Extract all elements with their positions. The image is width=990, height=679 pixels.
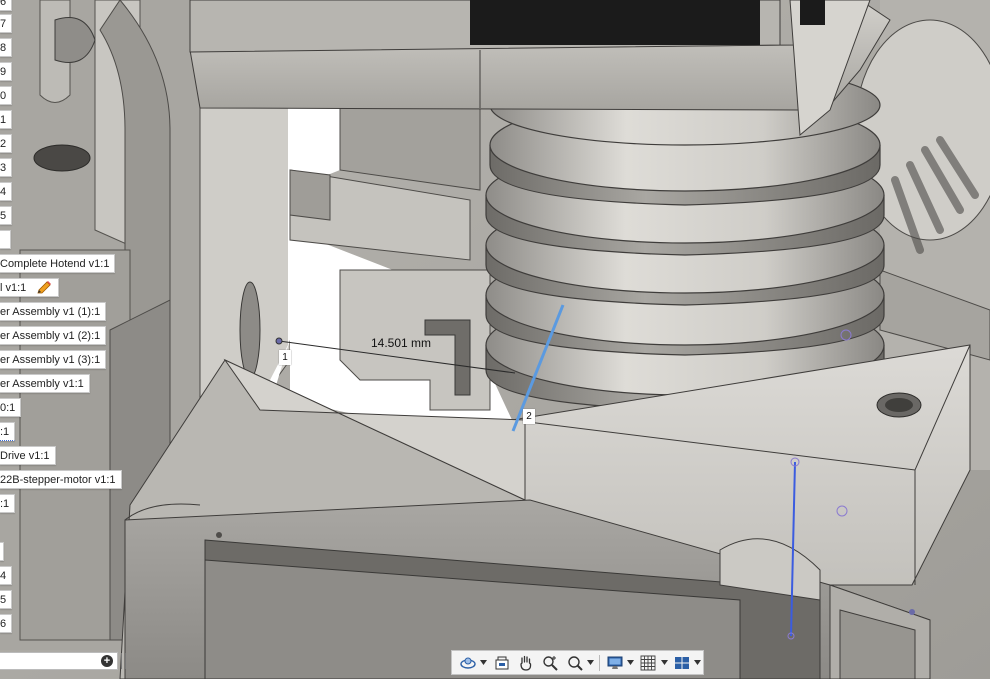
browser-item[interactable] [0,230,11,249]
measure-point-1-label: 1 [279,350,291,365]
navigation-toolbar [451,650,704,675]
grid-dropdown[interactable] [660,652,668,673]
browser-item[interactable] [0,542,4,561]
browser-item[interactable]: 3 [0,158,13,177]
3d-viewport[interactable]: 14.501 mm 1 2 6 7 8 9 0 1 2 3 4 5 Comple… [0,0,990,679]
orbit-icon [460,657,476,669]
grid-button[interactable] [636,652,660,673]
browser-item[interactable]: er Assembly v1:1 [0,374,90,393]
display-dropdown[interactable] [627,652,635,673]
browser-item[interactable]: Drive v1:1 [0,446,56,465]
pan-icon [520,655,532,671]
zoom-button[interactable] [538,652,562,673]
look-at-button[interactable] [489,652,513,673]
zoom-icon [543,655,559,671]
grid-icon [640,655,656,670]
zoom-dropdown[interactable] [586,652,594,673]
display-settings-button[interactable] [603,652,627,673]
chevron-down-icon [627,660,635,665]
viewports-dropdown[interactable] [693,652,701,673]
panel-resize-handle[interactable] [121,653,126,669]
browser-item-hotend[interactable]: Complete Hotend v1:1 [0,254,116,273]
browser-item[interactable]: 4 [0,182,13,201]
measure-point-2-label: 2 [523,409,535,424]
browser-item[interactable]: 6 [0,0,13,11]
orbit-button[interactable] [456,652,480,673]
browser-item[interactable]: 5 [0,206,13,225]
browser-item[interactable]: :1 [0,422,16,441]
browser-item[interactable]: 7 [0,14,13,33]
browser-item[interactable]: 0:1 [0,398,22,417]
chevron-down-icon [660,660,668,665]
browser-item[interactable]: 8 [0,38,13,57]
browser-item[interactable]: er Assembly v1 (3):1 [0,350,107,369]
browser-item[interactable]: 2 [0,134,13,153]
browser-item[interactable]: :1 [0,494,16,513]
add-icon[interactable]: + [101,655,113,667]
orbit-dropdown[interactable] [480,652,488,673]
zoom-window-icon [567,655,583,671]
browser-item-label: l v1:1 [0,282,27,294]
browser-item[interactable]: 4 [0,566,13,585]
browser-item[interactable]: 1 [0,110,13,129]
browser-item[interactable]: er Assembly v1 (2):1 [0,326,107,345]
toolbar-separator [598,654,600,671]
chevron-down-icon [586,660,594,665]
browser-item[interactable]: 9 [0,62,13,81]
browser-item[interactable]: er Assembly v1 (1):1 [0,302,107,321]
chevron-down-icon [693,660,701,665]
pan-button[interactable] [514,652,538,673]
look-at-icon [495,656,509,669]
chevron-down-icon [480,660,488,665]
edit-pencil-icon[interactable] [35,280,53,296]
viewports-icon [674,656,689,669]
zoom-window-button[interactable] [563,652,587,673]
browser-item[interactable]: 5 [0,590,13,609]
browser-item[interactable]: 6 [0,614,13,633]
browser-item[interactable]: 0 [0,86,13,105]
display-settings-icon [607,656,623,669]
measure-distance-label: 14.501 mm [371,336,432,350]
viewports-button[interactable] [670,652,694,673]
browser-item-stepper-motor[interactable]: 22B-stepper-motor v1:1 [0,470,122,489]
browser-item-active[interactable]: l v1:1 [0,278,60,297]
model-render[interactable] [0,0,990,679]
browser-search-field[interactable]: + [0,652,118,670]
